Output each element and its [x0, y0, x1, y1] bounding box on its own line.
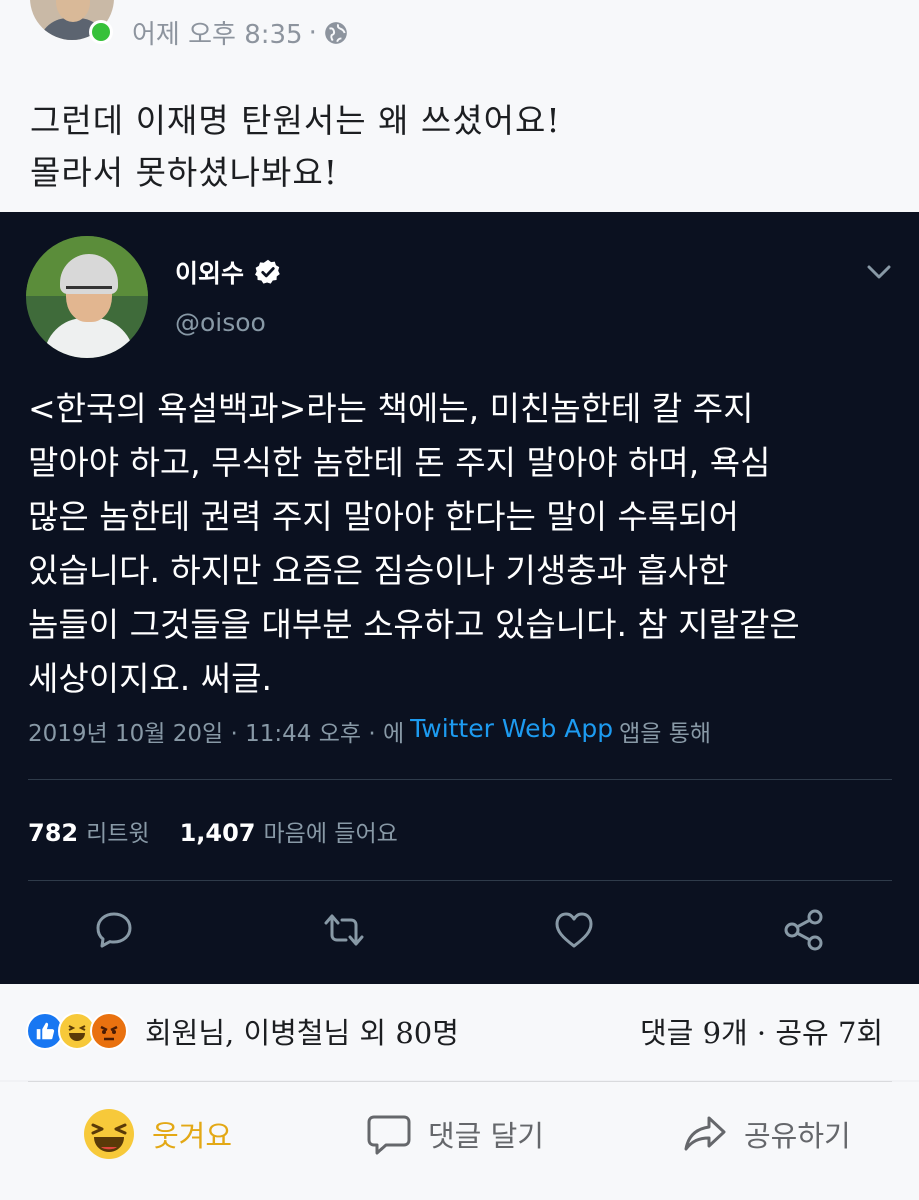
- tweet-text-line: 많은 놈한테 권력 주지 말아야 한다는 말이 수록되어: [28, 497, 739, 536]
- meta-separator: ·: [308, 17, 317, 48]
- retweet-icon[interactable]: [322, 908, 366, 952]
- tweet-text: <한국의 욕설백과>라는 책에는, 미친놈한테 칼 주지 말아야 하고, 무식한…: [28, 382, 898, 706]
- tweet-text-line: <한국의 욕설백과>라는 책에는, 미친놈한테 칼 주지: [28, 389, 754, 428]
- chevron-down-icon[interactable]: [864, 262, 894, 282]
- share-icon[interactable]: [782, 908, 826, 952]
- reactions-summary: 회원님, 이병철님 외 80명 댓글 9개 · 공유 7회: [0, 984, 919, 1080]
- haha-reaction-label: 웃겨요: [152, 1119, 233, 1153]
- tweet-text-line: 세상이지요. 써글.: [28, 659, 272, 698]
- laughing-emoji-icon: [84, 1109, 134, 1159]
- tweet-date[interactable]: 2019년 10월 20일 · 11:44 오후 · 에: [28, 714, 404, 748]
- post-header: 어제 오후 8:35 · 그런데 이재명 탄원서는 왜 쓰셨어요! 몰라서 못하…: [0, 0, 919, 212]
- tweet-actions: [0, 908, 919, 958]
- post-meta: 어제 오후 8:35 ·: [132, 14, 349, 51]
- tweet-stats: 782 리트윗 1,407 마음에 들어요: [28, 814, 398, 848]
- tweet-text-line: 말아야 하고, 무식한 놈한테 돈 주지 말아야 하며, 욕심: [28, 443, 771, 482]
- tweet-author-name[interactable]: 이외수: [175, 254, 282, 290]
- divider: [28, 779, 892, 780]
- post-text-line: 몰라서 못하셨나봐요!: [30, 153, 338, 192]
- post-time[interactable]: 어제 오후 8:35: [132, 14, 303, 51]
- tweet-author-avatar[interactable]: [26, 236, 148, 358]
- share-label: 공유하기: [744, 1119, 851, 1153]
- tweet-text-line: 놈들이 그것들을 대부분 소유하고 있습니다. 참 지랄같은: [28, 605, 800, 644]
- comment-label: 댓글 달기: [428, 1119, 544, 1153]
- tweet-author-name-text: 이외수: [175, 259, 245, 288]
- comment-share-counts[interactable]: 댓글 9개 · 공유 7회: [640, 1010, 883, 1052]
- heart-icon[interactable]: [552, 908, 596, 952]
- reaction-names[interactable]: 회원님, 이병철님 외 80명: [145, 1010, 459, 1052]
- post-text-line: 그런데 이재명 탄원서는 왜 쓰셨어요!: [30, 101, 561, 140]
- tweet-source-suffix: 앱을 통해: [619, 721, 712, 747]
- like-count[interactable]: 1,407: [180, 819, 256, 847]
- tweet-source-link[interactable]: Twitter Web App: [410, 714, 613, 748]
- retweet-label[interactable]: 리트윗: [86, 814, 149, 848]
- tweet-author-handle[interactable]: @oisoo: [175, 308, 266, 337]
- globe-icon: [325, 21, 347, 44]
- embedded-tweet: 이외수 @oisoo <한국의 욕설백과>라는 책에는, 미친놈한테 칼 주지 …: [0, 212, 919, 984]
- post-text: 그런데 이재명 탄원서는 왜 쓰셨어요! 몰라서 못하셨나봐요!: [30, 95, 561, 199]
- retweet-count[interactable]: 782: [28, 819, 78, 847]
- reaction-icons[interactable]: [26, 1012, 128, 1050]
- share-arrow-icon: [684, 1116, 726, 1151]
- divider: [28, 880, 892, 881]
- tweet-text-line: 있습니다. 하지만 요즘은 짐승이나 기생충과 흡사한: [28, 551, 729, 590]
- reply-icon[interactable]: [92, 908, 136, 952]
- online-status-dot: [89, 20, 113, 44]
- comment-button[interactable]: 댓글 달기: [366, 1104, 544, 1164]
- share-button[interactable]: 공유하기: [682, 1104, 851, 1164]
- post-actions: 웃겨요 댓글 달기 공유하기: [0, 1082, 919, 1200]
- haha-reaction-button[interactable]: 웃겨요: [82, 1104, 232, 1164]
- like-label[interactable]: 마음에 들어요: [264, 814, 398, 848]
- tweet-timestamp: 2019년 10월 20일 · 11:44 오후 · 에 Twitter Web…: [28, 714, 711, 748]
- comment-icon: [367, 1115, 411, 1155]
- verified-badge-icon: [255, 259, 280, 284]
- angry-icon: [90, 1012, 128, 1050]
